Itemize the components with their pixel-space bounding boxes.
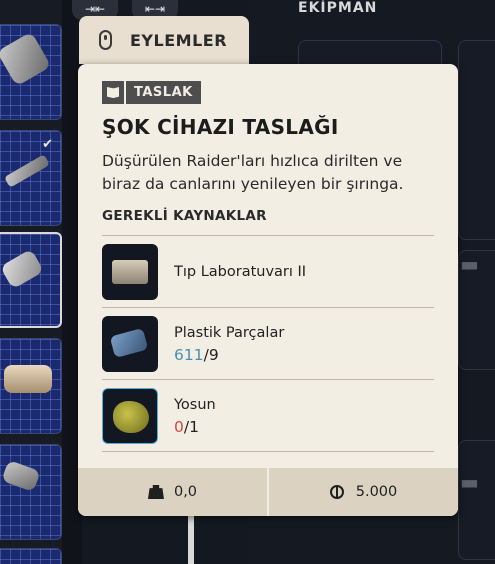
quantity-required: /1 xyxy=(183,418,199,436)
blueprint-card: TASLAK ŞOK CİHAZI TASLAĞI Düşürülen Raid… xyxy=(78,64,458,516)
inventory-slot[interactable] xyxy=(0,24,62,120)
inventory-slot[interactable] xyxy=(0,444,62,540)
inventory-slot[interactable] xyxy=(0,338,62,434)
cartridge-icon xyxy=(1,459,41,493)
card-footer: 0,0 5.000 xyxy=(78,468,458,516)
equipment-slot[interactable] xyxy=(458,40,495,240)
check-icon: ✔ xyxy=(42,137,53,152)
weight-cell: 0,0 xyxy=(78,468,267,516)
weight-value: 0,0 xyxy=(173,484,198,500)
medical-lab-icon xyxy=(102,244,158,300)
resource-quantity: 0/1 xyxy=(174,418,199,436)
inventory-slot-selected[interactable] xyxy=(0,232,62,328)
plastic-parts-icon xyxy=(102,316,158,372)
inventory-slot[interactable]: ✔ xyxy=(0,130,62,226)
resource-name: Tıp Laboratuvarı II xyxy=(174,264,307,280)
quantity-required: /9 xyxy=(203,346,219,364)
drone-icon xyxy=(0,248,45,290)
equipment-slot[interactable] xyxy=(458,440,495,560)
badge-label: TASLAK xyxy=(126,81,201,104)
scroll-rail xyxy=(188,516,194,564)
resource-name: Plastik Parçalar xyxy=(174,325,285,341)
inventory-slot[interactable] xyxy=(0,548,62,564)
price-cell: 5.000 xyxy=(269,468,458,516)
rifle-icon: ▬ xyxy=(460,252,479,276)
quantity-owned: 0 xyxy=(174,418,184,436)
requirements-heading: GEREKLİ KAYNAKLAR xyxy=(102,208,267,224)
quantity-owned: 611 xyxy=(174,346,204,364)
item-description: Düşürülen Raider'ları hızlıca dirilten v… xyxy=(102,152,404,193)
tab-actions[interactable]: EYLEMLER xyxy=(79,16,249,64)
coin-icon xyxy=(329,485,344,499)
divider xyxy=(102,451,434,452)
price-value: 5.000 xyxy=(355,484,398,500)
resource-row: Yosun 0/1 xyxy=(102,380,434,452)
resource-row: Plastik Parçalar 611/9 xyxy=(102,308,434,380)
resource-quantity: 611/9 xyxy=(174,346,219,364)
canister-icon xyxy=(0,31,52,87)
bag-icon xyxy=(147,485,164,499)
smg-icon: ▬ xyxy=(460,470,479,494)
tab-actions-label: EYLEMLER xyxy=(130,30,228,50)
barrel-icon xyxy=(4,365,52,393)
resource-row: Tıp Laboratuvarı II xyxy=(102,236,434,308)
moss-icon xyxy=(102,388,158,444)
mouse-icon xyxy=(99,30,112,50)
syringe-icon xyxy=(4,154,50,188)
equipment-header: EKİPMAN xyxy=(298,0,378,16)
blueprint-badge: TASLAK xyxy=(102,81,201,104)
blueprint-book-icon xyxy=(102,81,124,104)
resource-name: Yosun xyxy=(174,397,216,413)
item-title: ŞOK CİHAZI TASLAĞI xyxy=(102,115,339,139)
